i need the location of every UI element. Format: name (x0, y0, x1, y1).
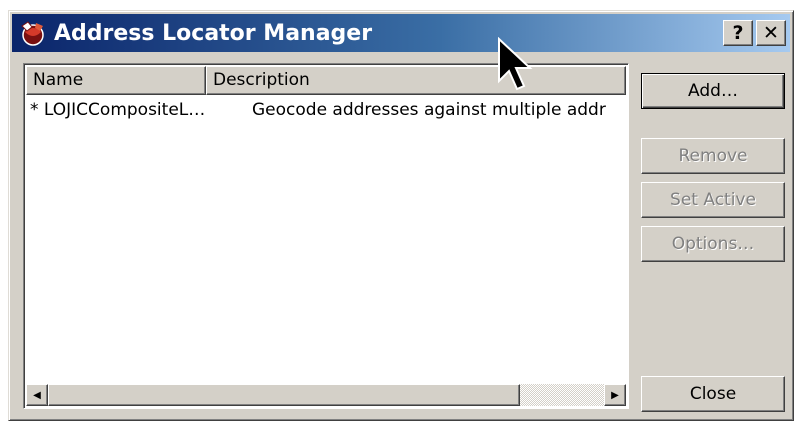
locator-name-cell: * LOJICCompositeL… (30, 100, 206, 120)
list-item[interactable]: * LOJICCompositeL… Geocode addresses aga… (26, 97, 628, 123)
add-button[interactable]: Add… (641, 73, 785, 109)
horizontal-scrollbar[interactable]: ◀ ▶ (26, 384, 626, 406)
address-locator-globe-icon (21, 21, 44, 46)
address-locator-manager-dialog: Address Locator Manager ? ✕ Name Descrip… (8, 10, 794, 421)
help-button[interactable]: ? (723, 20, 753, 46)
arrow-right-icon: ▶ (611, 389, 619, 401)
window-title: Address Locator Manager (54, 20, 373, 46)
locator-description-cell: Geocode addresses against multiple addr (252, 100, 606, 120)
options-button[interactable]: Options… (641, 226, 785, 262)
window-close-button[interactable]: ✕ (756, 20, 786, 46)
scroll-left-button[interactable]: ◀ (26, 384, 48, 406)
mouse-pointer-icon (498, 37, 533, 91)
title-bar[interactable]: Address Locator Manager ? ✕ (12, 14, 790, 52)
scrollbar-thumb[interactable] (48, 384, 520, 406)
close-icon: ✕ (763, 22, 779, 44)
scroll-right-button[interactable]: ▶ (604, 384, 626, 406)
arrow-left-icon: ◀ (33, 389, 41, 401)
column-header-description[interactable]: Description (206, 66, 626, 95)
column-header-name[interactable]: Name (26, 66, 206, 95)
help-icon: ? (732, 22, 744, 44)
address-locator-list[interactable]: Name Description * LOJICCompositeL… Geoc… (23, 63, 629, 409)
close-button[interactable]: Close (641, 376, 785, 412)
set-active-button[interactable]: Set Active (641, 182, 785, 218)
remove-button[interactable]: Remove (641, 138, 785, 174)
